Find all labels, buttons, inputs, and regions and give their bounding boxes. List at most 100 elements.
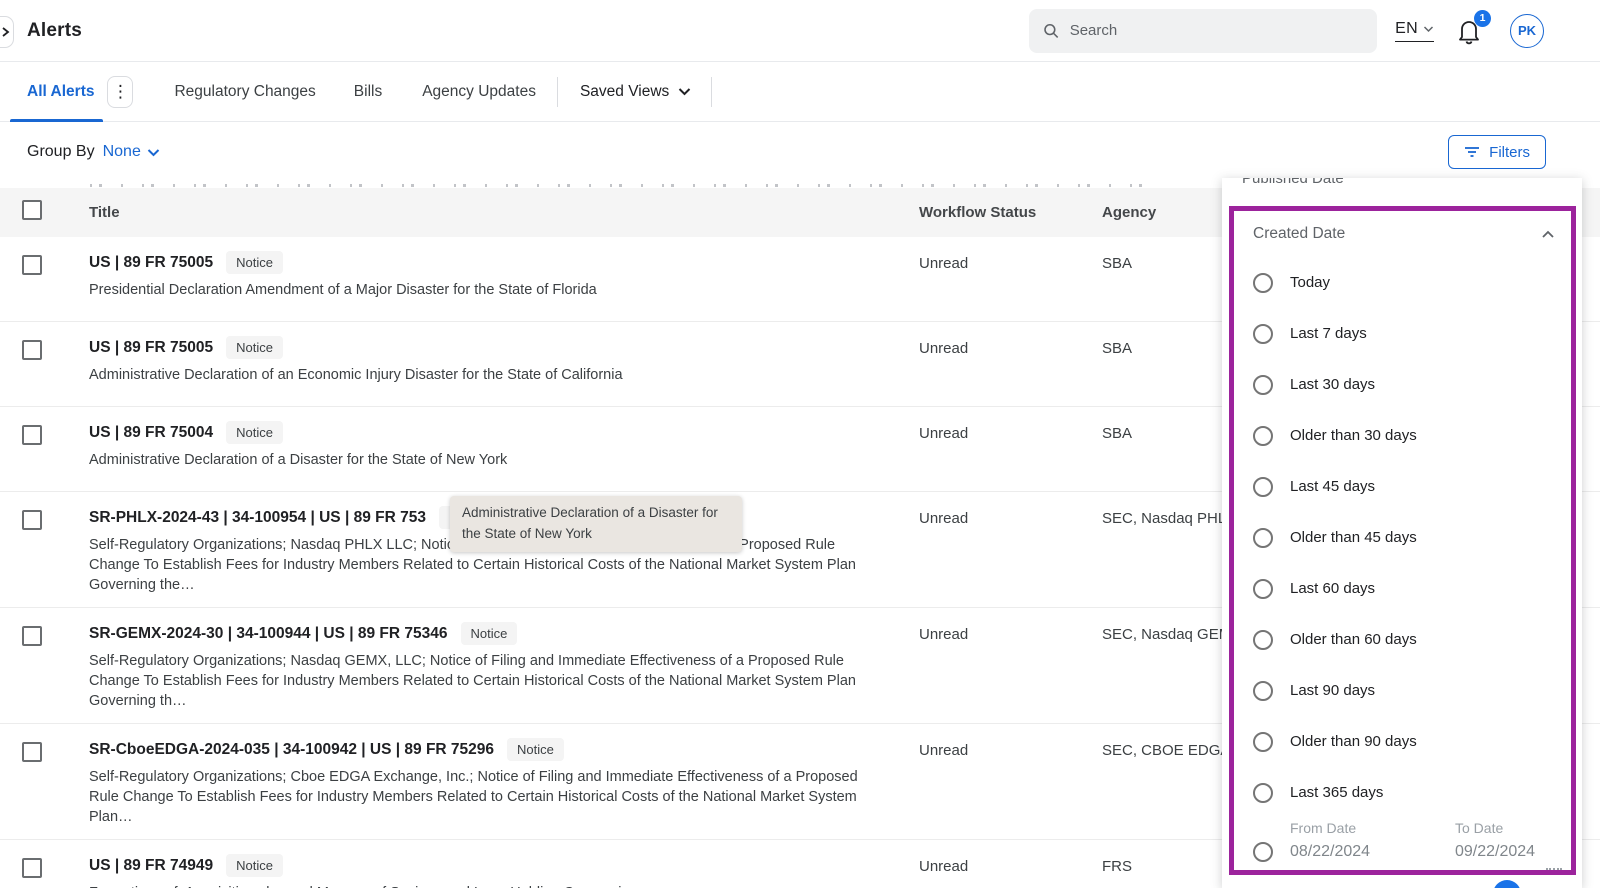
search-icon [1043, 22, 1060, 40]
radio-icon[interactable] [1253, 477, 1273, 497]
filter-option-label: Last 60 days [1290, 580, 1375, 597]
filter-option[interactable]: Older than 30 days [1234, 410, 1571, 461]
notice-badge: Notice [226, 336, 283, 359]
filter-option-label: Last 90 days [1290, 682, 1375, 699]
filter-option[interactable]: Last 365 days [1234, 767, 1571, 818]
filter-option-label: Last 7 days [1290, 325, 1367, 342]
radio-icon[interactable] [1253, 783, 1273, 803]
active-tab-indicator [10, 119, 103, 122]
alert-title[interactable]: US | 89 FR 75005 [89, 254, 213, 272]
filter-panel: Published Date Created Date Today Last 7… [1222, 178, 1582, 888]
filter-option[interactable]: Last 30 days [1234, 359, 1571, 410]
filter-option-label: Older than 45 days [1290, 529, 1417, 546]
filter-option[interactable]: Today [1234, 257, 1571, 308]
published-date-section-label[interactable]: Published Date [1242, 178, 1582, 187]
radio-icon[interactable] [1253, 273, 1273, 293]
filters-button[interactable]: Filters [1448, 135, 1546, 169]
workflow-status: Unread [900, 724, 1082, 839]
alert-title[interactable]: US | 89 FR 75005 [89, 339, 213, 357]
row-checkbox[interactable] [22, 742, 42, 762]
filter-option-label: Older than 30 days [1290, 427, 1417, 444]
alert-title[interactable]: SR-GEMX-2024-30 | 34-100944 | US | 89 FR… [89, 625, 448, 643]
row-checkbox[interactable] [22, 255, 42, 275]
notice-badge: Notice [226, 854, 283, 877]
radio-icon[interactable] [1253, 375, 1273, 395]
alert-title[interactable]: US | 89 FR 74949 [89, 857, 213, 875]
workflow-status: Unread [900, 407, 1082, 491]
created-date-options: Today Last 7 days Last 30 days Older tha… [1234, 257, 1571, 818]
filter-option[interactable]: Older than 45 days [1234, 512, 1571, 563]
filter-option[interactable]: Older than 90 days [1234, 716, 1571, 767]
tab-bar: All Alerts ⋮ Regulatory Changes Bills Ag… [0, 62, 1600, 122]
radio-icon[interactable] [1253, 324, 1273, 344]
tab-bills[interactable]: Bills [354, 83, 382, 101]
scrollbar-dots [1546, 868, 1562, 870]
workflow-status: Unread [900, 608, 1082, 723]
radio-icon[interactable] [1253, 579, 1273, 599]
group-by-selector[interactable]: None [103, 143, 160, 161]
from-date-value[interactable]: 08/22/2024 [1290, 843, 1440, 861]
to-date-value[interactable]: 09/22/2024 [1455, 843, 1535, 861]
search-input[interactable] [1070, 22, 1363, 39]
filter-option[interactable]: Last 90 days [1234, 665, 1571, 716]
row-checkbox[interactable] [22, 858, 42, 878]
workflow-status: Unread [900, 492, 1082, 607]
filter-icon [1464, 146, 1480, 158]
tab-divider [711, 77, 712, 107]
radio-icon[interactable] [1253, 842, 1273, 862]
workflow-status: Unread [900, 322, 1082, 406]
row-checkbox[interactable] [22, 425, 42, 445]
row-checkbox[interactable] [22, 510, 42, 530]
saved-views-dropdown[interactable]: Saved Views [580, 83, 691, 101]
filter-option[interactable]: Older than 60 days [1234, 614, 1571, 665]
custom-date-range-option[interactable]: From Date 08/22/2024 To Date 09/22/2024 [1234, 820, 1571, 862]
from-date-field[interactable]: From Date 08/22/2024 [1290, 820, 1440, 862]
tab-all-alerts[interactable]: All Alerts [27, 83, 94, 101]
from-date-label: From Date [1290, 820, 1440, 836]
tab-agency-updates[interactable]: Agency Updates [422, 83, 536, 101]
filter-option[interactable]: Last 45 days [1234, 461, 1571, 512]
to-date-label: To Date [1455, 820, 1535, 836]
radio-icon[interactable] [1253, 732, 1273, 752]
kebab-icon: ⋮ [112, 83, 129, 100]
chevron-down-icon [147, 148, 160, 157]
filter-option-label: Last 45 days [1290, 478, 1375, 495]
tab-divider [557, 77, 558, 107]
notifications-button[interactable]: 1 [1456, 17, 1482, 45]
workflow-status: Unread [900, 237, 1082, 321]
page-title: Alerts [27, 20, 82, 42]
language-selector[interactable]: EN [1395, 20, 1434, 42]
to-date-field[interactable]: To Date 09/22/2024 [1455, 820, 1535, 862]
chevron-up-icon [1541, 230, 1555, 239]
top-header: Alerts EN 1 PK [0, 0, 1600, 62]
language-label: EN [1395, 20, 1418, 38]
radio-icon[interactable] [1253, 426, 1273, 446]
alert-title[interactable]: SR-PHLX-2024-43 | 34-100954 | US | 89 FR… [89, 509, 426, 527]
radio-icon[interactable] [1253, 681, 1273, 701]
created-date-header[interactable]: Created Date [1234, 211, 1571, 243]
tab-regulatory-changes[interactable]: Regulatory Changes [174, 83, 315, 101]
workflow-status: Unread [900, 840, 1082, 888]
row-checkbox[interactable] [22, 340, 42, 360]
filter-option-label: Last 365 days [1290, 784, 1383, 801]
select-all-checkbox[interactable] [22, 200, 42, 220]
filter-option-label: Today [1290, 274, 1330, 291]
search-box[interactable] [1029, 9, 1377, 53]
filter-option[interactable]: Last 60 days [1234, 563, 1571, 614]
filter-option-label: Last 30 days [1290, 376, 1375, 393]
column-header-title: Title [66, 204, 900, 221]
filter-option[interactable]: Last 7 days [1234, 308, 1571, 359]
alert-description: Administrative Declaration of an Economi… [89, 365, 876, 385]
alert-title[interactable]: US | 89 FR 75004 [89, 424, 213, 442]
alert-title[interactable]: SR-CboeEDGA-2024-035 | 34-100942 | US | … [89, 741, 494, 759]
notice-badge: Notice [226, 251, 283, 274]
radio-icon[interactable] [1253, 528, 1273, 548]
radio-icon[interactable] [1253, 630, 1273, 650]
avatar[interactable]: PK [1510, 14, 1544, 48]
tab-more-menu-button[interactable]: ⋮ [107, 76, 133, 108]
sidebar-expand-button[interactable] [0, 16, 14, 48]
alert-description: Formations of, Acquisitions by, and Merg… [89, 883, 876, 888]
created-date-section: Created Date Today Last 7 days Last 30 d… [1229, 206, 1576, 875]
row-checkbox[interactable] [22, 626, 42, 646]
alert-description: Presidential Declaration Amendment of a … [89, 280, 876, 300]
